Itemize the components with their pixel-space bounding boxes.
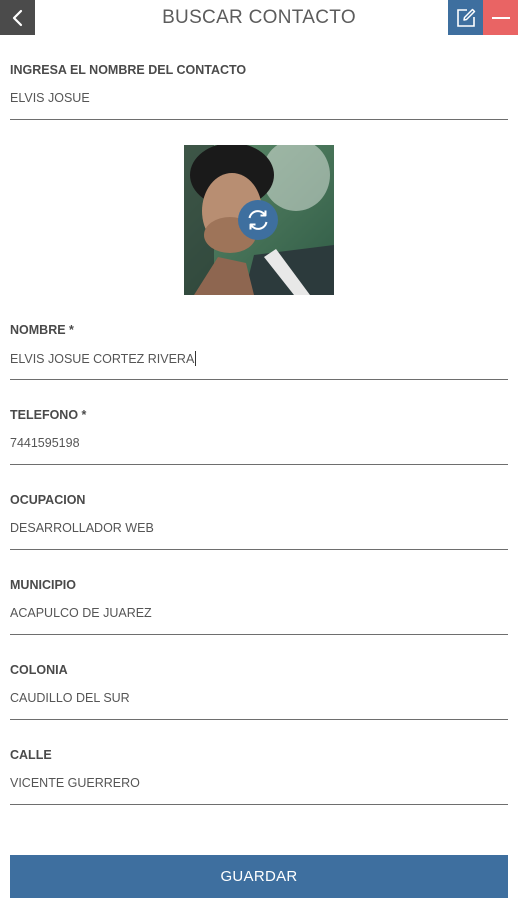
calle-underline: [10, 804, 508, 805]
rotate-photo-button[interactable]: [238, 200, 278, 240]
telefono-label: TELEFONO *: [10, 408, 87, 422]
calle-label: CALLE: [10, 748, 52, 762]
refresh-icon: [248, 210, 268, 230]
ocupacion-label: OCUPACION: [10, 493, 86, 507]
edit-icon: [456, 8, 475, 27]
nombre-input[interactable]: ELVIS JOSUE CORTEZ RIVERA: [10, 351, 197, 366]
minus-icon: [491, 16, 510, 19]
municipio-underline: [10, 634, 508, 635]
colonia-input[interactable]: CAUDILLO DEL SUR: [10, 691, 130, 705]
minimize-button[interactable]: [483, 0, 518, 35]
municipio-label: MUNICIPIO: [10, 578, 76, 592]
ocupacion-input[interactable]: DESARROLLADOR WEB: [10, 521, 154, 535]
calle-input[interactable]: VICENTE GUERRERO: [10, 776, 140, 790]
municipio-input[interactable]: ACAPULCO DE JUAREZ: [10, 606, 152, 620]
telefono-underline: [10, 464, 508, 465]
nombre-label: NOMBRE *: [10, 323, 74, 337]
nombre-underline: [10, 379, 508, 380]
save-button[interactable]: GUARDAR: [10, 855, 508, 898]
municipio-field[interactable]: MUNICIPIO ACAPULCO DE JUAREZ: [10, 578, 508, 636]
search-label: INGRESA EL NOMBRE DEL CONTACTO: [10, 63, 247, 77]
nombre-field[interactable]: NOMBRE * ELVIS JOSUE CORTEZ RIVERA: [10, 323, 508, 381]
text-caret: [195, 351, 197, 366]
search-field[interactable]: INGRESA EL NOMBRE DEL CONTACTO ELVIS JOS…: [10, 63, 508, 121]
search-input[interactable]: ELVIS JOSUE: [10, 91, 90, 105]
colonia-underline: [10, 719, 508, 720]
colonia-field[interactable]: COLONIA CAUDILLO DEL SUR: [10, 663, 508, 721]
telefono-input[interactable]: 7441595198: [10, 436, 80, 450]
nombre-value: ELVIS JOSUE CORTEZ RIVERA: [10, 352, 195, 366]
page-title: BUSCAR CONTACTO: [162, 7, 356, 28]
ocupacion-underline: [10, 549, 508, 550]
calle-field[interactable]: CALLE VICENTE GUERRERO: [10, 748, 508, 806]
top-bar: BUSCAR CONTACTO: [0, 0, 518, 35]
search-underline: [10, 119, 508, 120]
ocupacion-field[interactable]: OCUPACION DESARROLLADOR WEB: [10, 493, 508, 551]
telefono-field[interactable]: TELEFONO * 7441595198: [10, 408, 508, 466]
edit-button[interactable]: [448, 0, 483, 35]
colonia-label: COLONIA: [10, 663, 68, 677]
